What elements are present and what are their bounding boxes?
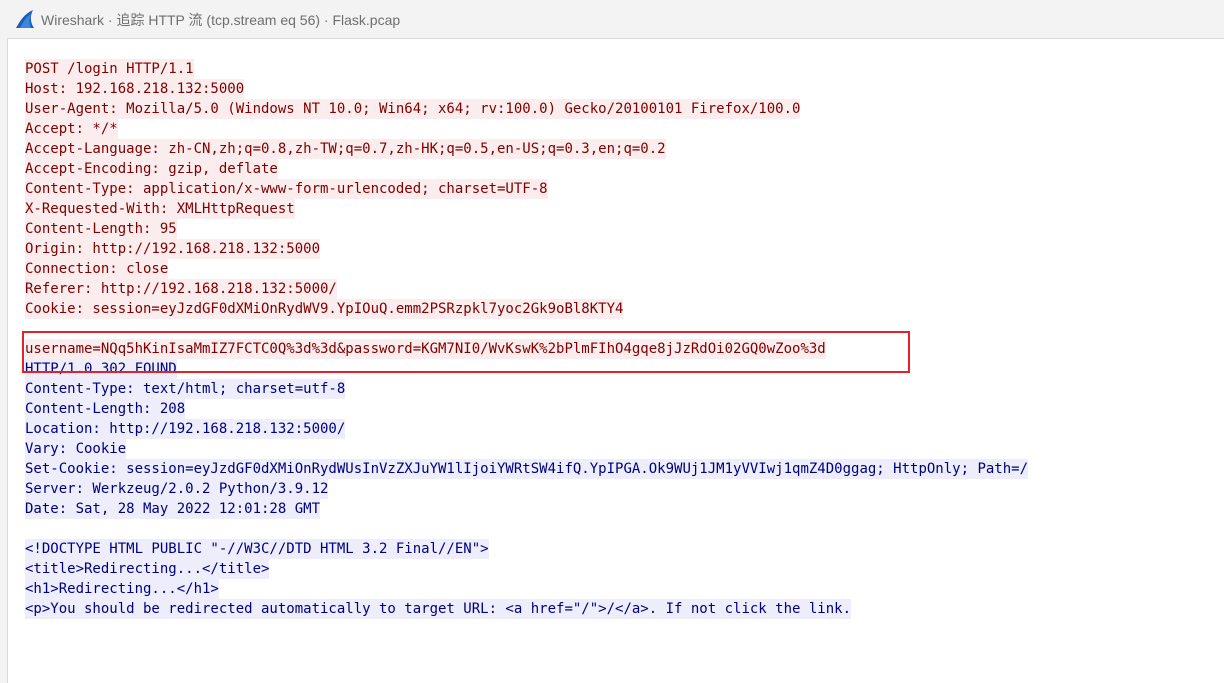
request-body: username=NQq5hKinIsaMmIZ7FCTC0Q%3d%3d&pa…: [25, 339, 1028, 359]
request-header: X-Requested-With: XMLHttpRequest: [25, 199, 295, 219]
request-line: POST /login HTTP/1.1: [25, 59, 1028, 79]
response-body-line: <p>You should be redirected automaticall…: [25, 599, 852, 619]
title-bar[interactable]: Wireshark · 追踪 HTTP 流 (tcp.stream eq 56)…: [0, 0, 1224, 38]
response-header: Set-Cookie: session=eyJzdGF0dXMiOnRydWUs…: [25, 459, 1029, 479]
response-header: Location: http://192.168.218.132:5000/: [25, 419, 346, 439]
window-title: Wireshark · 追踪 HTTP 流 (tcp.stream eq 56)…: [41, 12, 401, 28]
request-header: Content-Type: application/x-www-form-url…: [25, 179, 548, 199]
response-header: Content-Type: text/html; charset=utf-8: [25, 379, 346, 399]
response-header: Date: Sat, 28 May 2022 12:01:28 GMT: [25, 499, 321, 519]
request-start-line: POST /login HTTP/1.1: [25, 59, 194, 79]
response-body-line: <h1>Redirecting...</h1>: [25, 579, 219, 599]
response-header: Content-Length: 208: [25, 399, 186, 419]
request-header: Origin: http://192.168.218.132:5000: [25, 239, 321, 259]
request-header: Connection: close: [25, 259, 169, 279]
request-header: Accept-Encoding: gzip, deflate: [25, 159, 278, 179]
stream-content-pane[interactable]: POST /login HTTP/1.1 Host: 192.168.218.1…: [7, 38, 1224, 683]
request-header: Referer: http://192.168.218.132:5000/: [25, 279, 337, 299]
request-header: Content-Length: 95: [25, 219, 177, 239]
response-header: Vary: Cookie: [25, 439, 127, 459]
response-body-line: <title>Redirecting...</title>: [25, 559, 270, 579]
response-header: Server: Werkzeug/2.0.2 Python/3.9.12: [25, 479, 329, 499]
request-header: Accept-Language: zh-CN,zh;q=0.8,zh-TW;q=…: [25, 139, 666, 159]
wireshark-fin-icon: [16, 10, 34, 28]
request-header: User-Agent: Mozilla/5.0 (Windows NT 10.0…: [25, 99, 801, 119]
response-status-line: HTTP/1.0 302 FOUND: [25, 359, 177, 379]
stream-text[interactable]: POST /login HTTP/1.1 Host: 192.168.218.1…: [25, 59, 1029, 619]
login-form-payload: username=NQq5hKinIsaMmIZ7FCTC0Q%3d%3d&pa…: [25, 339, 826, 359]
request-header: Accept: */*: [25, 119, 118, 139]
request-header: Cookie: session=eyJzdGF0dXMiOnRydWV9.YpI…: [25, 299, 624, 319]
response-body-line: <!DOCTYPE HTML PUBLIC "-//W3C//DTD HTML …: [25, 539, 489, 559]
wireshark-follow-stream-window: Wireshark · 追踪 HTTP 流 (tcp.stream eq 56)…: [0, 0, 1224, 683]
request-header: Host: 192.168.218.132:5000: [25, 79, 245, 99]
